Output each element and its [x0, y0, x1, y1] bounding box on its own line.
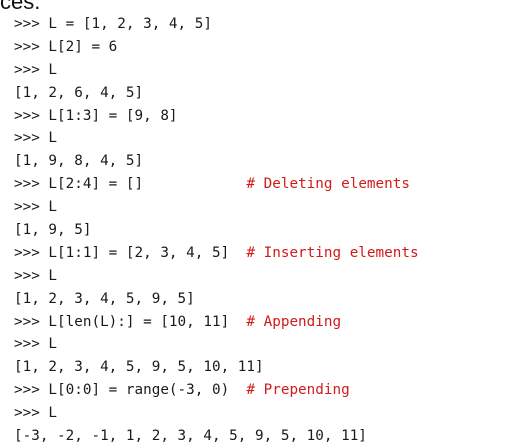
output-text: [1, 2, 3, 4, 5, 9, 5, 10, 11] [14, 359, 264, 376]
code-line: >>> L[len(L):] = [10, 11] # Appending [14, 311, 419, 334]
code-text: >>> L[len(L):] = [10, 11] [14, 313, 230, 330]
cut-off-heading-text: ces. [0, 0, 41, 14]
code-line: >>> L[0:0] = range(-3, 0) # Prepending [14, 379, 419, 402]
output-line: [1, 2, 3, 4, 5, 9, 5] [14, 288, 419, 311]
code-text: >>> L[0:0] = range(-3, 0) [14, 382, 230, 399]
code-line: >>> L[1:1] = [2, 3, 4, 5] # Inserting el… [14, 242, 419, 265]
code-line: >>> L [14, 333, 419, 356]
output-line: [1, 9, 5] [14, 219, 419, 242]
output-line: [1, 2, 6, 4, 5] [14, 82, 419, 105]
output-text: [1, 2, 3, 4, 5, 9, 5] [14, 290, 195, 307]
code-line: >>> L[2] = 6 [14, 36, 419, 59]
output-text: [1, 9, 8, 4, 5] [14, 153, 144, 170]
code-line: >>> L [14, 59, 419, 82]
output-text: [-3, -2, -1, 1, 2, 3, 4, 5, 9, 5, 10, 11… [14, 428, 367, 445]
code-comment: # Appending [246, 313, 342, 330]
code-text: >>> L [14, 130, 58, 147]
code-text: >>> L [14, 405, 58, 422]
code-line: >>> L[1:3] = [9, 8] [14, 105, 419, 128]
output-text: [1, 2, 6, 4, 5] [14, 84, 144, 101]
code-text: >>> L = [1, 2, 3, 4, 5] [14, 16, 212, 32]
code-comment: # Deleting elements [246, 176, 410, 193]
code-text: >>> L[1:3] = [9, 8] [14, 107, 178, 124]
code-line: >>> L [14, 265, 419, 288]
code-line: >>> L [14, 196, 419, 219]
code-line: >>> L [14, 127, 419, 150]
output-text: [1, 9, 5] [14, 222, 92, 239]
python-code-listing: >>> L = [1, 2, 3, 4, 5] >>> L[2] = 6 >>>… [14, 13, 419, 445]
code-text: >>> L[2:4] = [] [14, 176, 144, 193]
code-text: >>> L[2] = 6 [14, 38, 118, 55]
code-comment: # Inserting elements [246, 244, 419, 261]
output-line: [1, 9, 8, 4, 5] [14, 150, 419, 173]
code-line: >>> L = [1, 2, 3, 4, 5] [14, 13, 419, 36]
document-page: ces. >>> L = [1, 2, 3, 4, 5] >>> L[2] = … [0, 0, 511, 445]
code-line: >>> L [14, 402, 419, 425]
output-line: [-3, -2, -1, 1, 2, 3, 4, 5, 9, 5, 10, 11… [14, 425, 419, 445]
code-text: >>> L [14, 267, 58, 284]
code-line: >>> L[2:4] = [] # Deleting elements [14, 173, 419, 196]
code-comment: # Prepending [246, 382, 350, 399]
code-text: >>> L[1:1] = [2, 3, 4, 5] [14, 244, 230, 261]
code-text: >>> L [14, 199, 58, 216]
output-line: [1, 2, 3, 4, 5, 9, 5, 10, 11] [14, 356, 419, 379]
code-text: >>> L [14, 336, 58, 353]
code-text: >>> L [14, 61, 58, 78]
